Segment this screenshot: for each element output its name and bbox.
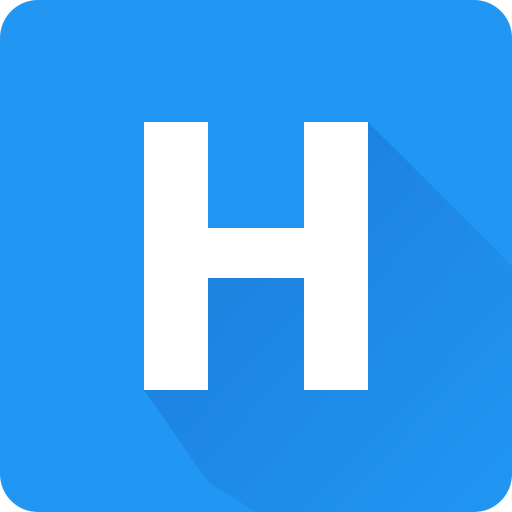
h-letter-app-icon[interactable] (0, 0, 512, 512)
app-icon-stage: H (0, 0, 512, 512)
